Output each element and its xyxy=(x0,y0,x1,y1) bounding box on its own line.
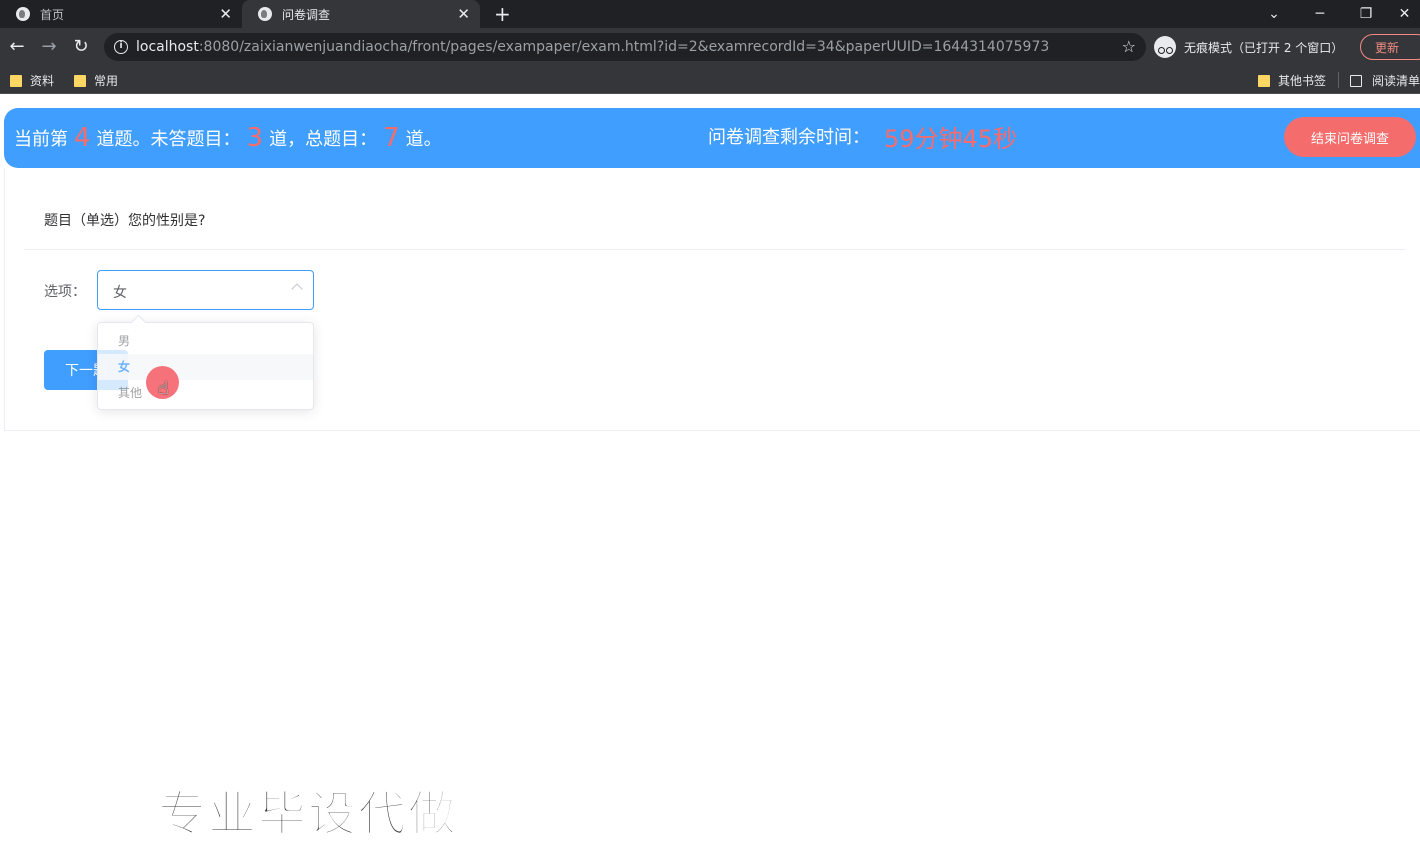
incognito-icon xyxy=(1154,36,1176,58)
divider xyxy=(24,249,1406,250)
chevron-up-icon xyxy=(291,283,303,295)
folder-icon xyxy=(10,74,22,87)
info-icon[interactable]: i xyxy=(114,40,128,54)
new-tab-button[interactable]: + xyxy=(494,2,511,26)
dropdown-option[interactable]: 男 xyxy=(98,328,313,354)
browser-tab-bar: 首页 ✕ 问卷调查 ✕ + ⌄ ─ ❐ ✕ xyxy=(0,0,1420,28)
unanswered-count: 3 xyxy=(246,123,264,153)
restore-icon[interactable]: ❐ xyxy=(1343,0,1389,28)
incognito-label: 无痕模式（已打开 2 个窗口） xyxy=(1184,40,1344,55)
reload-icon[interactable]: ↻ xyxy=(70,36,92,58)
close-icon[interactable]: ✕ xyxy=(457,5,470,23)
option-select[interactable]: 女 xyxy=(97,270,314,310)
selected-value: 女 xyxy=(113,285,127,301)
window-close-icon[interactable]: ✕ xyxy=(1389,0,1420,28)
option-label: 选项： xyxy=(44,284,86,300)
watermark-text: 专业毕设代做 xyxy=(157,785,459,843)
incognito-indicator[interactable]: 无痕模式（已打开 2 个窗口） xyxy=(1154,33,1343,61)
tab-label: 问卷调查 xyxy=(282,7,331,22)
url-text: localhost:8080/zaixianwenjuandiaocha/fro… xyxy=(136,39,1050,55)
bookmarks-separator xyxy=(1338,72,1339,88)
tab-survey[interactable]: 问卷调查 ✕ xyxy=(242,0,480,28)
globe-icon xyxy=(16,7,30,21)
list-icon xyxy=(1350,74,1362,87)
bookmark-item[interactable]: 其他书签 xyxy=(1258,72,1326,89)
dropdown-option-selected[interactable]: 女 xyxy=(98,354,313,380)
update-button[interactable]: 更新 xyxy=(1360,34,1420,60)
progress-banner: 当前第 4 道题。未答题目： 3 道，总题目： 7 道。 问卷调查剩余时间： 5… xyxy=(4,108,1420,168)
minimize-icon[interactable]: ─ xyxy=(1297,0,1343,28)
globe-icon xyxy=(258,7,272,21)
hand-cursor-icon: ☝ xyxy=(158,378,169,399)
bookmark-star-icon[interactable]: ☆ xyxy=(1122,37,1136,56)
timer-value: 59分钟45秒 xyxy=(884,124,1018,153)
back-icon[interactable]: ← xyxy=(6,36,28,58)
current-question-number: 4 xyxy=(74,123,91,153)
browser-toolbar: ← → ↻ i localhost:8080/zaixianwenjuandia… xyxy=(0,28,1420,66)
option-dropdown: 男 女 其他 xyxy=(97,322,314,410)
timer-label: 问卷调查剩余时间： xyxy=(708,127,870,148)
question-progress: 当前第 4 道题。未答题目： 3 道，总题目： 7 道。 xyxy=(14,123,442,153)
folder-icon xyxy=(1258,74,1270,87)
tab-label: 首页 xyxy=(40,7,65,22)
folder-icon xyxy=(74,74,86,87)
remaining-time: 问卷调查剩余时间： 59分钟45秒 xyxy=(708,108,1017,164)
bookmark-item[interactable]: 常用 xyxy=(74,72,118,89)
dropdown-option[interactable]: 其他 xyxy=(98,380,313,406)
end-survey-button[interactable]: 结束问卷调查 xyxy=(1284,117,1416,157)
question-title: 题目（单选）您的性别是? xyxy=(44,213,206,229)
bookmarks-bar: 资料 常用 其他书签 阅读清单 xyxy=(0,66,1420,94)
bookmark-item[interactable]: 资料 xyxy=(10,72,54,89)
forward-icon[interactable]: → xyxy=(38,36,60,58)
close-icon[interactable]: ✕ xyxy=(219,5,232,23)
address-bar[interactable]: i localhost:8080/zaixianwenjuandiaocha/f… xyxy=(104,33,1146,61)
tab-search-chevron-icon[interactable]: ⌄ xyxy=(1251,0,1297,28)
total-count: 7 xyxy=(383,123,400,153)
tab-home[interactable]: 首页 ✕ xyxy=(0,0,242,28)
bookmark-item[interactable]: 阅读清单 xyxy=(1350,72,1420,89)
